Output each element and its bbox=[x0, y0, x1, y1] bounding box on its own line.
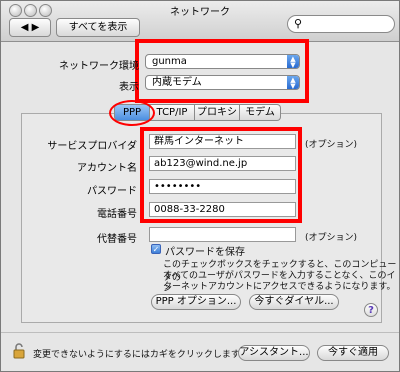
apply-now-button[interactable]: 今すぐ適用 bbox=[317, 345, 389, 361]
search-field[interactable]: ⚲ bbox=[287, 15, 395, 33]
provider-label: サービスプロバイダ bbox=[47, 141, 137, 152]
save-password-label: パスワードを保存 bbox=[165, 247, 245, 258]
highlight-box-location bbox=[135, 39, 309, 103]
account-field[interactable]: ab123@wind.ne.jp bbox=[149, 156, 296, 171]
show-popup[interactable]: 内蔵モデム ▲ ▼ bbox=[145, 75, 300, 90]
help-button[interactable]: ? bbox=[364, 303, 378, 317]
magnifier-icon: ⚲ bbox=[294, 17, 303, 30]
ppp-options-button[interactable]: PPP オプション... bbox=[151, 294, 241, 310]
alt-phone-optional: (オプション) bbox=[305, 233, 358, 243]
phone-label: 電話番号 bbox=[97, 209, 137, 220]
location-label: ネットワーク環境 bbox=[59, 61, 139, 72]
location-popup[interactable]: gunma ▲ ▼ bbox=[145, 54, 300, 69]
save-password-checkbox[interactable]: ✓ bbox=[151, 244, 161, 254]
network-preferences-window: ネットワーク ◀ ▶ すべてを表示 ⚲ ネットワーク環境 gunma ▲ ▼ 表示… bbox=[0, 0, 400, 372]
provider-field[interactable]: 群馬インターネット bbox=[149, 134, 296, 149]
lock-text: 変更できないようにするにはカギをクリックします。 bbox=[33, 350, 249, 360]
show-value: 内蔵モデム bbox=[152, 77, 202, 88]
password-label: パスワード bbox=[87, 186, 137, 197]
tab-tcpip[interactable]: TCP/IP bbox=[150, 104, 195, 121]
back-forward-button[interactable]: ◀ ▶ bbox=[9, 18, 51, 37]
highlight-ellipse-ppp-tab bbox=[109, 100, 155, 126]
lock-icon[interactable] bbox=[13, 343, 25, 359]
alt-phone-field[interactable] bbox=[149, 227, 296, 242]
provider-optional: (オプション) bbox=[305, 140, 358, 150]
assistant-button[interactable]: アシスタント... bbox=[238, 345, 310, 361]
popup-arrows-icon: ▲ ▼ bbox=[287, 76, 299, 90]
dial-now-button[interactable]: 今すぐダイヤル... bbox=[249, 294, 339, 310]
phone-field[interactable]: 0088-33-2280 bbox=[149, 202, 296, 217]
tab-proxy[interactable]: プロキシ bbox=[195, 104, 240, 121]
note-line-3: ターネットアカウントにアクセスできるようになります。 bbox=[163, 282, 396, 292]
show-label: 表示 bbox=[119, 82, 139, 93]
password-field[interactable]: •••••••• bbox=[149, 179, 296, 194]
account-label: アカウント名 bbox=[77, 163, 137, 174]
show-all-button[interactable]: すべてを表示 bbox=[56, 18, 140, 37]
location-value: gunma bbox=[152, 56, 187, 67]
alt-phone-label: 代替番号 bbox=[97, 234, 137, 245]
tab-modem[interactable]: モデム bbox=[240, 104, 281, 121]
title-bar: ネットワーク ◀ ▶ すべてを表示 ⚲ bbox=[1, 1, 399, 42]
divider bbox=[1, 332, 399, 333]
popup-arrows-icon: ▲ ▼ bbox=[287, 55, 299, 69]
